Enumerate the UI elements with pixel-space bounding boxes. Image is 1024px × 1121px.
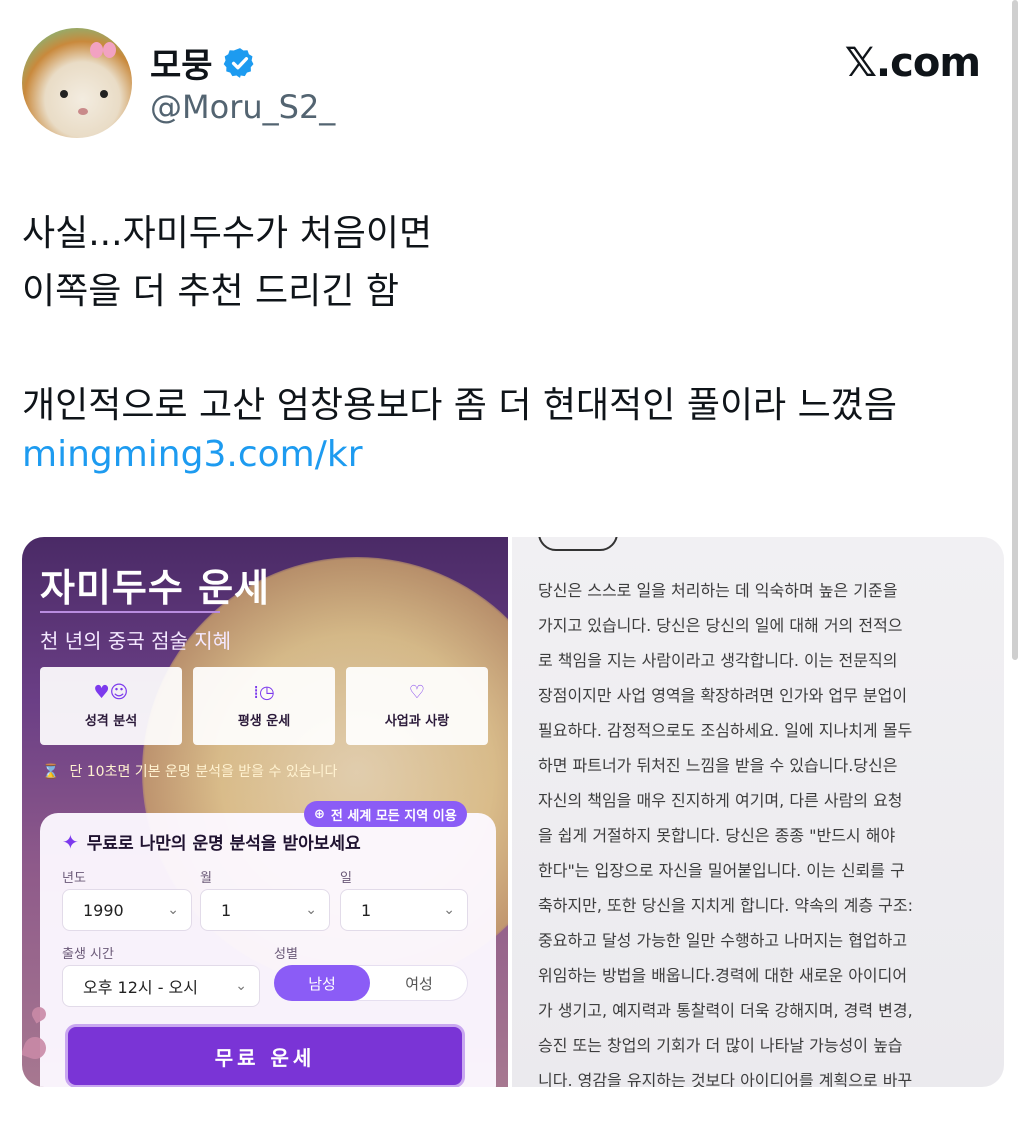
reading-line: 니다. 영감을 유지하는 것보다 아이디어를 계획으로 바꾸 — [538, 1071, 913, 1087]
reading-line: 장점이지만 사업 영역을 확장하려면 인가와 업무 분업이 — [538, 686, 908, 705]
year-select[interactable]: 1990 ⌄ — [62, 889, 192, 931]
verified-badge-icon — [223, 47, 254, 78]
reading-line: 가 생기고, 예지력과 통찰력이 더욱 강해지며, 경력 변경, — [538, 1001, 913, 1020]
reading-line: 중요하고 달성 가능한 일만 수행하고 나머지는 협업하고 — [538, 931, 908, 950]
author-handle[interactable]: @Moru_S2_ — [150, 88, 335, 126]
gender-label: 성별 — [274, 947, 298, 962]
author-name-row: 모뭉 — [150, 38, 257, 87]
source-label: 𝕏.com — [844, 40, 981, 86]
avatar-eye-right — [100, 90, 108, 98]
reading-line: 위임하는 방법을 배웁니다.경력에 대한 새로운 아이디어 — [538, 966, 908, 985]
tweet-text-line-3: 개인적으로 고산 엄창용보다 좀 더 현대적인 풀이라 느꼈음 — [22, 385, 897, 426]
pink-bow-decoration — [90, 42, 116, 60]
attached-image-left[interactable]: 자미두수 운세 천 년의 중국 점술 지혜 ♥☺ 성격 분석 ⁞◷ 평생 운세 … — [22, 537, 508, 1087]
quick-hint: ⌛ 단 10초면 기본 운명 분석을 받을 수 있습니다 — [42, 761, 337, 781]
reading-line: 승진 또는 창업의 기회가 더 많이 나타날 가능성이 높습 — [538, 1036, 903, 1055]
reading-line: 축하지만, 또한 당신을 지치게 합니다. 약속의 계층 구조: — [538, 896, 914, 915]
worldwide-badge: ⊕ 전 세계 모든 지역 이용 — [304, 801, 467, 827]
day-value: 1 — [361, 900, 372, 920]
reading-line: 로 책임을 지는 사람이라고 생각합니다. 이는 전문직의 — [538, 651, 898, 670]
avatar[interactable] — [22, 28, 132, 138]
chevron-down-icon: ⌄ — [305, 902, 317, 918]
reading-line: 한다"는 입장으로 자신을 밀어붙입니다. 이는 신뢰를 구 — [538, 861, 905, 880]
birth-time-select[interactable]: 오후 12시 - 오시 ⌄ — [62, 965, 260, 1007]
gender-male-option[interactable]: 남성 — [274, 965, 370, 1001]
reading-line: 당신은 스스로 일을 처리하는 데 익숙하며 높은 기준을 — [538, 581, 898, 600]
gender-female-option[interactable]: 여성 — [370, 965, 468, 1001]
scrollbar[interactable] — [1012, 0, 1018, 660]
reading-line: 필요하다. 감정적으로도 조심하세요. 일에 지나치게 몰두 — [538, 721, 913, 740]
feature-label: 성격 분석 — [84, 713, 138, 729]
form-title-text: 무료로 나만의 운명 분석을 받아보세요 — [86, 834, 361, 854]
reading-line: 을 쉽게 거절하지 못합니다. 당신은 종종 "반드시 해야 — [538, 826, 896, 845]
reading-line: 하면 파트너가 뒤처진 느낌을 받을 수 있습니다.당신은 — [538, 756, 898, 775]
attached-image-right[interactable]: 당신은 스스로 일을 처리하는 데 익숙하며 높은 기준을 가지고 있습니다. … — [512, 537, 1004, 1087]
hint-text: 단 10초면 기본 운명 분석을 받을 수 있습니다 — [69, 764, 338, 780]
app-subtitle: 천 년의 중국 점술 지혜 — [40, 629, 232, 653]
chevron-down-icon: ⌄ — [235, 978, 247, 994]
globe-icon: ⊕ — [314, 806, 325, 822]
heart-icon: ♡ — [408, 681, 426, 703]
hourglass-icon: ⌛ — [42, 764, 60, 780]
people-heart-icon: ♥☺ — [93, 681, 129, 703]
month-select[interactable]: 1 ⌄ — [200, 889, 330, 931]
reading-line: 자신의 책임을 매우 진지하게 여기며, 다른 사람의 요청 — [538, 791, 903, 810]
reading-line: 가지고 있습니다. 당신은 당신의 일에 대해 거의 전적으 — [538, 616, 903, 635]
year-value: 1990 — [83, 900, 124, 920]
title-divider — [40, 611, 220, 613]
chevron-down-icon: ⌄ — [167, 902, 179, 918]
feature-lifetime[interactable]: ⁞◷ 평생 운세 — [193, 667, 335, 745]
chevron-down-icon: ⌄ — [443, 902, 455, 918]
year-label: 년도 — [62, 871, 86, 886]
day-select[interactable]: 1 ⌄ — [340, 889, 468, 931]
tweet-text-line-2: 이쪽을 더 추천 드리긴 함 — [22, 271, 399, 312]
timeline-clock-icon: ⁞◷ — [253, 681, 275, 703]
tweet-text-line-1: 사실...자미두수가 처음이면 — [22, 213, 433, 254]
sparkle-icon: ✦ — [62, 829, 79, 854]
month-label: 월 — [200, 871, 212, 886]
month-value: 1 — [221, 900, 232, 920]
feature-personality[interactable]: ♥☺ 성격 분석 — [40, 667, 182, 745]
birth-time-value: 오후 12시 - 오시 — [83, 978, 198, 997]
app-title: 자미두수 운세 — [40, 566, 270, 610]
form-title: ✦ 무료로 나만의 운명 분석을 받아보세요 — [62, 829, 361, 855]
feature-label: 평생 운세 — [237, 713, 291, 729]
day-label: 일 — [340, 871, 352, 886]
free-fortune-button[interactable]: 무료 운세 — [68, 1027, 462, 1085]
feature-business-love[interactable]: ♡ 사업과 사랑 — [346, 667, 488, 745]
avatar-eye-left — [60, 90, 68, 98]
tweet-link[interactable]: mingming3.com/kr — [22, 434, 363, 475]
feature-label: 사업과 사랑 — [384, 713, 450, 729]
birth-time-label: 출생 시간 — [62, 947, 114, 962]
section-tag — [538, 537, 618, 551]
display-name[interactable]: 모뭉 — [150, 38, 213, 87]
worldwide-badge-text: 전 세계 모든 지역 이용 — [330, 808, 457, 824]
avatar-nose — [78, 108, 88, 115]
